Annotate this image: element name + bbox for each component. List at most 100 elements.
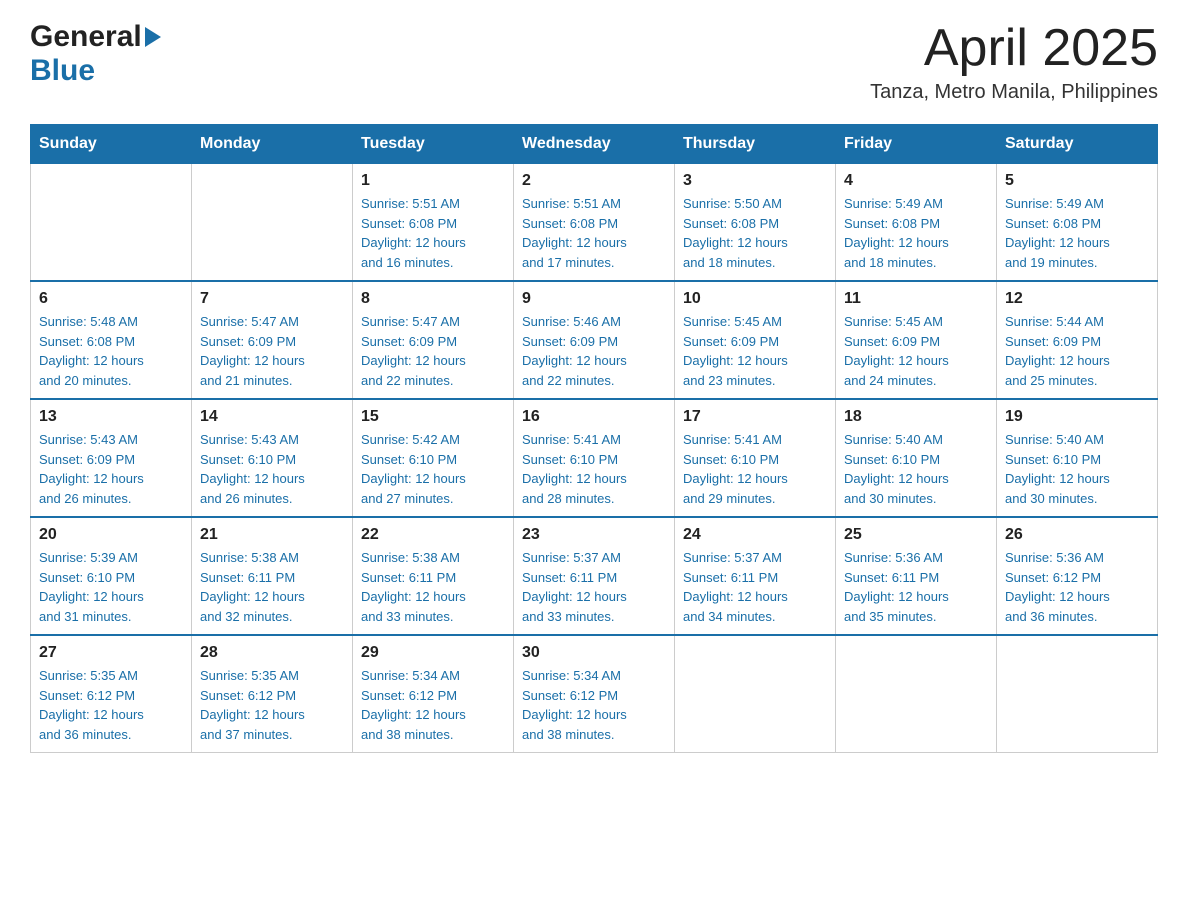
day-number: 17 [683,408,827,426]
day-info: Sunrise: 5:47 AMSunset: 6:09 PMDaylight:… [361,312,505,390]
calendar-cell: 18 Sunrise: 5:40 AMSunset: 6:10 PMDayligh… [836,399,997,517]
calendar-cell: 21Sunrise: 5:38 AMSunset: 6:11 PMDayligh… [192,517,353,635]
weekday-header-saturday: Saturday [997,125,1158,164]
day-number: 2 [522,172,666,190]
day-number: 28 [200,644,344,662]
calendar-cell: 28 Sunrise: 5:35 AMSunset: 6:12 PMDayligh… [192,635,353,753]
day-number: 14 [200,408,344,426]
day-number: 7 [200,290,344,308]
day-info: Sunrise: 5:34 AMSunset: 6:12 PMDaylight:… [361,666,505,744]
calendar-cell: 7 Sunrise: 5:47 AMSunset: 6:09 PMDaylight… [192,281,353,399]
page-header: General Blue April 2025 Tanza, Metro Man… [30,20,1158,104]
day-number: 8 [361,290,505,308]
day-number: 3 [683,172,827,190]
day-number: 11 [844,290,988,308]
calendar-week-row: 20 Sunrise: 5:39 AMSunset: 6:10 PMDayligh… [31,517,1158,635]
calendar-cell: 19 Sunrise: 5:40 AMSunset: 6:10 PMDayligh… [997,399,1158,517]
calendar-cell: 26Sunrise: 5:36 AMSunset: 6:12 PMDayligh… [997,517,1158,635]
day-info: Sunrise: 5:35 AMSunset: 6:12 PMDaylight:… [200,666,344,744]
day-number: 5 [1005,172,1149,190]
day-info: Sunrise: 5:43 AMSunset: 6:10 PMDaylight:… [200,430,344,508]
logo-blue-text: Blue [30,54,95,87]
day-info: Sunrise: 5:44 AMSunset: 6:09 PMDaylight:… [1005,312,1149,390]
calendar-cell: 22 Sunrise: 5:38 AMSunset: 6:11 PMDayligh… [353,517,514,635]
calendar-cell [836,635,997,753]
calendar-week-row: 13 Sunrise: 5:43 AMSunset: 6:09 PMDayligh… [31,399,1158,517]
weekday-header-tuesday: Tuesday [353,125,514,164]
calendar-cell: 11Sunrise: 5:45 AMSunset: 6:09 PMDayligh… [836,281,997,399]
day-number: 6 [39,290,183,308]
day-info: Sunrise: 5:37 AMSunset: 6:11 PMDaylight:… [522,548,666,626]
weekday-header-thursday: Thursday [675,125,836,164]
calendar-cell: 9 Sunrise: 5:46 AMSunset: 6:09 PMDaylight… [514,281,675,399]
day-number: 24 [683,526,827,544]
day-info: Sunrise: 5:42 AMSunset: 6:10 PMDaylight:… [361,430,505,508]
calendar-cell: 3 Sunrise: 5:50 AMSunset: 6:08 PMDaylight… [675,164,836,282]
calendar-cell [997,635,1158,753]
day-number: 12 [1005,290,1149,308]
day-info: Sunrise: 5:36 AMSunset: 6:11 PMDaylight:… [844,548,988,626]
calendar-table: SundayMondayTuesdayWednesdayThursdayFrid… [30,124,1158,753]
day-number: 1 [361,172,505,190]
calendar-cell: 1 Sunrise: 5:51 AMSunset: 6:08 PMDaylight… [353,164,514,282]
day-info: Sunrise: 5:40 AMSunset: 6:10 PMDaylight:… [1005,430,1149,508]
calendar-cell [31,164,192,282]
calendar-week-row: 27 Sunrise: 5:35 AMSunset: 6:12 PMDayligh… [31,635,1158,753]
calendar-week-row: 6 Sunrise: 5:48 AMSunset: 6:08 PMDaylight… [31,281,1158,399]
day-info: Sunrise: 5:43 AMSunset: 6:09 PMDaylight:… [39,430,183,508]
calendar-cell: 4Sunrise: 5:49 AMSunset: 6:08 PMDaylight… [836,164,997,282]
calendar-cell: 20 Sunrise: 5:39 AMSunset: 6:10 PMDayligh… [31,517,192,635]
calendar-cell: 24 Sunrise: 5:37 AMSunset: 6:11 PMDayligh… [675,517,836,635]
day-number: 22 [361,526,505,544]
day-number: 19 [1005,408,1149,426]
day-number: 18 [844,408,988,426]
day-number: 23 [522,526,666,544]
day-info: Sunrise: 5:40 AMSunset: 6:10 PMDaylight:… [844,430,988,508]
day-info: Sunrise: 5:39 AMSunset: 6:10 PMDaylight:… [39,548,183,626]
calendar-cell: 13 Sunrise: 5:43 AMSunset: 6:09 PMDayligh… [31,399,192,517]
day-info: Sunrise: 5:49 AMSunset: 6:08 PMDaylight:… [1005,194,1149,272]
calendar-cell [192,164,353,282]
calendar-cell: 17 Sunrise: 5:41 AMSunset: 6:10 PMDayligh… [675,399,836,517]
calendar-cell: 12 Sunrise: 5:44 AMSunset: 6:09 PMDayligh… [997,281,1158,399]
day-info: Sunrise: 5:38 AMSunset: 6:11 PMDaylight:… [361,548,505,626]
day-info: Sunrise: 5:48 AMSunset: 6:08 PMDaylight:… [39,312,183,390]
calendar-cell: 2Sunrise: 5:51 AMSunset: 6:08 PMDaylight… [514,164,675,282]
logo: General Blue [30,20,161,88]
day-number: 27 [39,644,183,662]
month-title: April 2025 [870,20,1158,77]
weekday-header-wednesday: Wednesday [514,125,675,164]
day-info: Sunrise: 5:41 AMSunset: 6:10 PMDaylight:… [522,430,666,508]
day-number: 13 [39,408,183,426]
day-number: 4 [844,172,988,190]
calendar-cell: 25 Sunrise: 5:36 AMSunset: 6:11 PMDayligh… [836,517,997,635]
day-info: Sunrise: 5:51 AMSunset: 6:08 PMDaylight:… [361,194,505,272]
calendar-cell: 23 Sunrise: 5:37 AMSunset: 6:11 PMDayligh… [514,517,675,635]
calendar-cell: 15 Sunrise: 5:42 AMSunset: 6:10 PMDayligh… [353,399,514,517]
day-number: 29 [361,644,505,662]
title-area: April 2025 Tanza, Metro Manila, Philippi… [870,20,1158,104]
day-number: 10 [683,290,827,308]
day-info: Sunrise: 5:47 AMSunset: 6:09 PMDaylight:… [200,312,344,390]
day-info: Sunrise: 5:37 AMSunset: 6:11 PMDaylight:… [683,548,827,626]
calendar-cell: 16Sunrise: 5:41 AMSunset: 6:10 PMDayligh… [514,399,675,517]
calendar-cell: 27 Sunrise: 5:35 AMSunset: 6:12 PMDayligh… [31,635,192,753]
day-number: 25 [844,526,988,544]
day-number: 20 [39,526,183,544]
calendar-cell: 30Sunrise: 5:34 AMSunset: 6:12 PMDayligh… [514,635,675,753]
logo-arrow-icon [145,27,161,47]
day-info: Sunrise: 5:36 AMSunset: 6:12 PMDaylight:… [1005,548,1149,626]
day-info: Sunrise: 5:34 AMSunset: 6:12 PMDaylight:… [522,666,666,744]
calendar-cell: 10Sunrise: 5:45 AMSunset: 6:09 PMDayligh… [675,281,836,399]
weekday-header-row: SundayMondayTuesdayWednesdayThursdayFrid… [31,125,1158,164]
day-info: Sunrise: 5:41 AMSunset: 6:10 PMDaylight:… [683,430,827,508]
calendar-cell: 8 Sunrise: 5:47 AMSunset: 6:09 PMDaylight… [353,281,514,399]
calendar-cell: 6 Sunrise: 5:48 AMSunset: 6:08 PMDaylight… [31,281,192,399]
calendar-cell: 29 Sunrise: 5:34 AMSunset: 6:12 PMDayligh… [353,635,514,753]
day-info: Sunrise: 5:38 AMSunset: 6:11 PMDaylight:… [200,548,344,626]
day-info: Sunrise: 5:35 AMSunset: 6:12 PMDaylight:… [39,666,183,744]
day-number: 15 [361,408,505,426]
day-info: Sunrise: 5:46 AMSunset: 6:09 PMDaylight:… [522,312,666,390]
day-number: 9 [522,290,666,308]
day-info: Sunrise: 5:50 AMSunset: 6:08 PMDaylight:… [683,194,827,272]
